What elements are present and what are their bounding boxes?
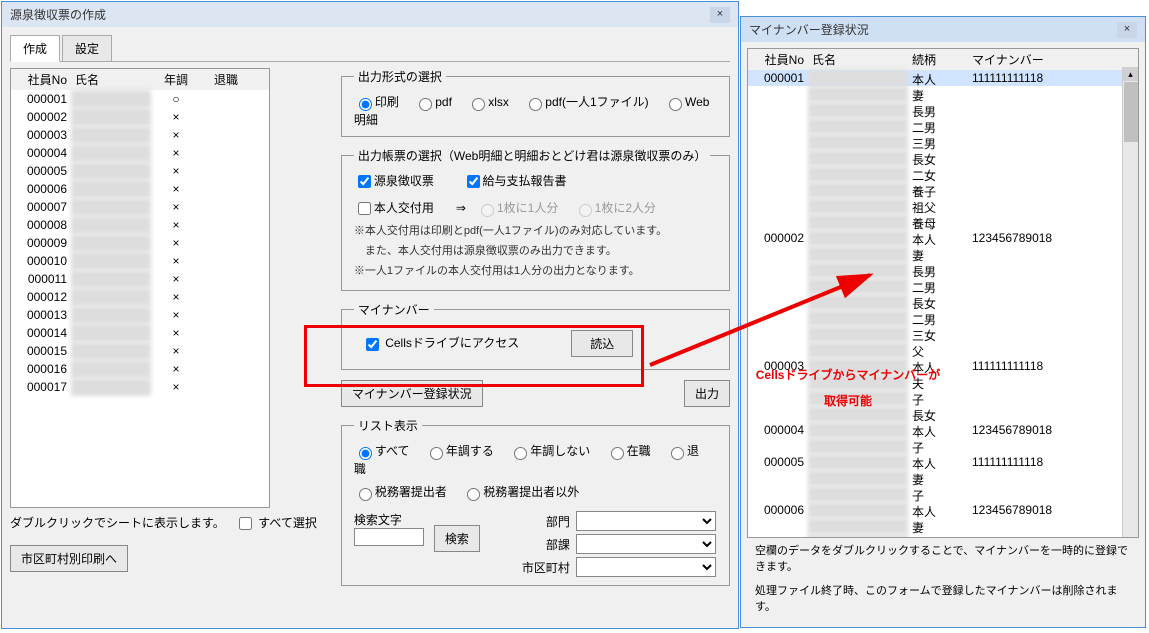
mynumber-legend: マイナンバー bbox=[354, 301, 434, 318]
mynumber-row[interactable]: 妻 bbox=[748, 470, 1138, 486]
scroll-thumb[interactable] bbox=[1124, 82, 1138, 142]
mynumber-row[interactable]: 000001 本人111111111118 bbox=[748, 70, 1138, 86]
mynumber-row[interactable]: 長男 bbox=[748, 102, 1138, 118]
city-select[interactable] bbox=[576, 557, 716, 577]
mynumber-header: 社員No 氏名 続柄 マイナンバー bbox=[748, 49, 1138, 70]
scroll-up-icon[interactable]: ▴ bbox=[1123, 67, 1138, 81]
fmt-print[interactable]: 印刷 bbox=[354, 95, 399, 109]
ld-all[interactable]: すべて bbox=[354, 444, 410, 458]
mynumber-row[interactable]: 養母 bbox=[748, 214, 1138, 230]
mynumber-title: マイナンバー登録状況 bbox=[749, 21, 869, 38]
employee-row[interactable]: 000013 × bbox=[11, 306, 269, 324]
footnote1: 空欄のデータをダブルクリックすることで、マイナンバーを一時的に登録できます。 bbox=[747, 538, 1139, 578]
mynumber-row[interactable]: 妻 bbox=[748, 86, 1138, 102]
employee-row[interactable]: 000003 × bbox=[11, 126, 269, 144]
tab-create[interactable]: 作成 bbox=[10, 35, 60, 62]
note1: ※本人交付用は印刷とpdf(一人1ファイル)のみ対応しています。 bbox=[354, 222, 717, 238]
list-display-legend: リスト表示 bbox=[354, 417, 422, 434]
gensen-titlebar: 源泉徴収票の作成 × bbox=[2, 2, 738, 27]
chk-gensen[interactable]: 源泉徴収票 bbox=[354, 174, 434, 188]
callout: Cellsドライブからマイナンバーが 取得可能 bbox=[658, 360, 1038, 412]
employee-row[interactable]: 000009 × bbox=[11, 234, 269, 252]
col-nen: 年調 bbox=[151, 69, 201, 90]
col-name: 氏名 bbox=[71, 69, 151, 90]
mynumber-row[interactable]: 妻 bbox=[748, 246, 1138, 262]
employee-row[interactable]: 000001 ○ bbox=[11, 90, 269, 108]
employee-row[interactable]: 000011 × bbox=[11, 270, 269, 288]
employee-table[interactable]: 社員No 氏名 年調 退職 000001 ○000002 ×000003 ×00… bbox=[10, 68, 270, 508]
mynumber-row[interactable]: 000005 本人111111111118 bbox=[748, 454, 1138, 470]
mynumber-row[interactable]: 二男 bbox=[748, 118, 1138, 134]
mn-status-button[interactable]: マイナンバー登録状況 bbox=[341, 380, 483, 407]
fmt-xlsx[interactable]: xlsx bbox=[467, 95, 509, 109]
tab-settings[interactable]: 設定 bbox=[62, 35, 112, 61]
dept-select[interactable] bbox=[576, 511, 716, 531]
ld-taxother[interactable]: 税務署提出者以外 bbox=[462, 485, 579, 499]
ld-tax[interactable]: 税務署提出者 bbox=[354, 485, 447, 499]
close-icon[interactable]: × bbox=[710, 7, 730, 23]
col-no: 社員No bbox=[11, 69, 71, 90]
close-icon[interactable]: × bbox=[1117, 22, 1137, 38]
tabs: 作成 設定 bbox=[10, 35, 730, 62]
output-format-group: 出力形式の選択 印刷 pdf xlsx pdf(一人1ファイル) Web明細 bbox=[341, 68, 730, 137]
mynumber-row[interactable]: 000004 本人123456789018 bbox=[748, 422, 1138, 438]
employee-row[interactable]: 000012 × bbox=[11, 288, 269, 306]
fmt-pdf[interactable]: pdf bbox=[414, 95, 452, 109]
employee-row[interactable]: 000002 × bbox=[11, 108, 269, 126]
ld-donen[interactable]: 年調する bbox=[425, 444, 494, 458]
gensen-title: 源泉徴収票の作成 bbox=[10, 6, 106, 23]
mynumber-row[interactable]: 000006 本人123456789018 bbox=[748, 502, 1138, 518]
per2-radio: 1枚に2人分 bbox=[574, 201, 656, 215]
select-all-checkbox[interactable] bbox=[239, 517, 252, 530]
employee-row[interactable]: 000016 × bbox=[11, 360, 269, 378]
list-display-group: リスト表示 すべて 年調する 年調しない 在職 退職 税務署提出者 税務署提出者… bbox=[341, 417, 730, 586]
employee-row[interactable]: 000004 × bbox=[11, 144, 269, 162]
col-tai: 退職 bbox=[201, 69, 251, 90]
mynumber-row[interactable]: 000002 本人123456789018 bbox=[748, 230, 1138, 246]
output-format-legend: 出力形式の選択 bbox=[354, 68, 446, 85]
city-print-button[interactable]: 市区町村別印刷へ bbox=[10, 545, 128, 572]
select-all-check[interactable]: すべて選択 bbox=[235, 516, 317, 530]
chk-honnin[interactable]: 本人交付用 bbox=[354, 201, 434, 215]
mynumber-titlebar: マイナンバー登録状況 × bbox=[741, 17, 1145, 42]
employee-row[interactable]: 000010 × bbox=[11, 252, 269, 270]
search-button[interactable]: 検索 bbox=[434, 525, 480, 552]
mynumber-row[interactable]: 養父 bbox=[748, 534, 1138, 538]
search-input[interactable] bbox=[354, 528, 424, 546]
sect-select[interactable] bbox=[576, 534, 716, 554]
mynumber-row[interactable]: 二女 bbox=[748, 166, 1138, 182]
employee-row[interactable]: 000005 × bbox=[11, 162, 269, 180]
footnote2: 処理ファイル終了時、このフォームで登録したマイナンバーは削除されます。 bbox=[747, 578, 1139, 618]
per1-radio: 1枚に1人分 bbox=[476, 201, 558, 215]
mynumber-row[interactable]: 祖父 bbox=[748, 198, 1138, 214]
note1b: また、本人交付用は源泉徴収票のみ出力できます。 bbox=[354, 242, 717, 258]
mynumber-row[interactable]: 妻 bbox=[748, 518, 1138, 534]
ld-injob[interactable]: 在職 bbox=[606, 444, 651, 458]
fmt-pdf1[interactable]: pdf(一人1ファイル) bbox=[524, 95, 648, 109]
employee-header: 社員No 氏名 年調 退職 bbox=[11, 69, 269, 90]
employee-row[interactable]: 000007 × bbox=[11, 198, 269, 216]
search-label: 検索文字 bbox=[354, 511, 424, 528]
dblclick-hint: ダブルクリックでシートに表示します。 bbox=[10, 516, 225, 530]
mynumber-row[interactable]: 三男 bbox=[748, 134, 1138, 150]
mynumber-row[interactable]: 子 bbox=[748, 486, 1138, 502]
employee-row[interactable]: 000006 × bbox=[11, 180, 269, 198]
employee-row[interactable]: 000008 × bbox=[11, 216, 269, 234]
mynumber-row[interactable]: 長女 bbox=[748, 150, 1138, 166]
cells-access-check[interactable]: Cellsドライブにアクセス bbox=[362, 334, 519, 353]
mynumber-row[interactable]: 子 bbox=[748, 438, 1138, 454]
ld-nonen[interactable]: 年調しない bbox=[509, 444, 590, 458]
employee-row[interactable]: 000014 × bbox=[11, 324, 269, 342]
output-report-legend: 出力帳票の選択（Web明細と明細おとどけ君は源泉徴収票のみ） bbox=[354, 147, 710, 164]
chk-kyuyo[interactable]: 給与支払報告書 bbox=[463, 174, 567, 188]
mynumber-row[interactable]: 養子 bbox=[748, 182, 1138, 198]
employee-row[interactable]: 000017 × bbox=[11, 378, 269, 396]
employee-row[interactable]: 000015 × bbox=[11, 342, 269, 360]
scrollbar[interactable]: ▴ bbox=[1122, 67, 1138, 537]
